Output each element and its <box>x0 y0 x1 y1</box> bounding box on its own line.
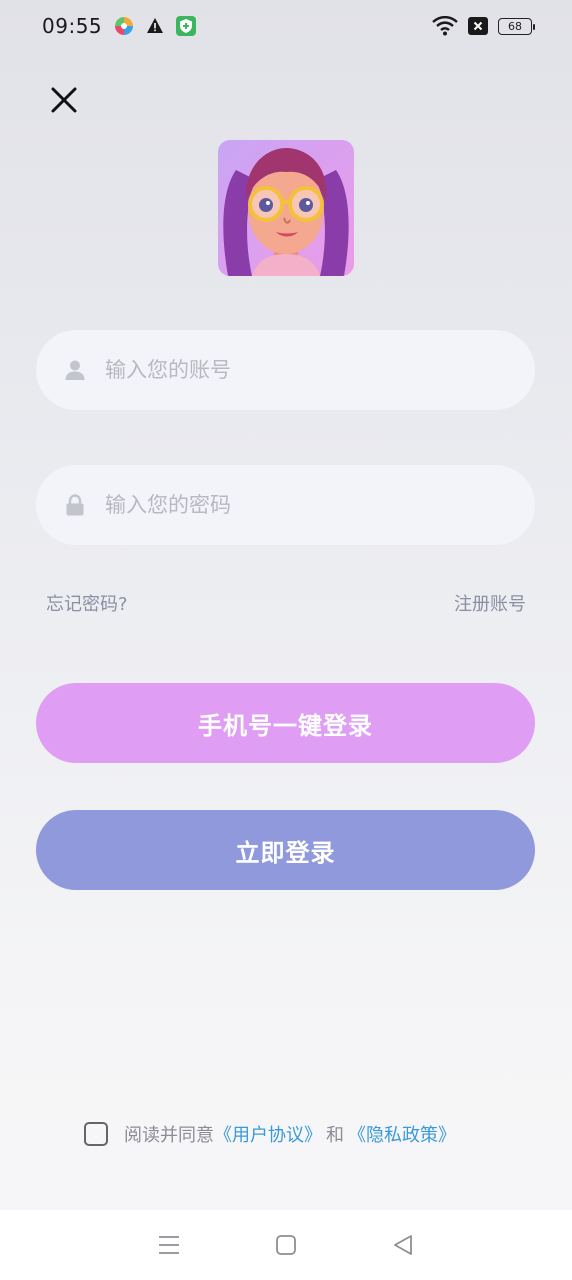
phone-login-button[interactable]: 手机号一键登录 <box>36 683 535 763</box>
home-icon <box>276 1235 296 1255</box>
password-input[interactable] <box>105 493 465 517</box>
close-box-icon <box>468 17 488 35</box>
wifi-icon <box>432 16 458 36</box>
status-time: 09:55 <box>42 14 103 38</box>
avatar <box>218 140 354 276</box>
privacy-policy-link[interactable]: 《隐私政策》 <box>348 1121 456 1147</box>
status-right: 68 <box>432 16 535 36</box>
status-bar: 09:55 68 <box>0 0 572 52</box>
link-row: 忘记密码? 注册账号 <box>46 590 526 616</box>
back-button[interactable] <box>388 1230 418 1260</box>
status-left: 09:55 <box>42 14 197 38</box>
lock-icon <box>66 494 84 516</box>
warning-icon <box>147 18 164 33</box>
system-navbar <box>0 1210 572 1280</box>
login-button[interactable]: 立即登录 <box>36 810 535 890</box>
forgot-password-link[interactable]: 忘记密码? <box>46 590 128 616</box>
agreement-checkbox[interactable] <box>84 1122 108 1146</box>
close-icon <box>51 87 77 113</box>
register-link[interactable]: 注册账号 <box>454 590 526 616</box>
agreement-prefix: 阅读并同意 <box>124 1125 214 1146</box>
account-field[interactable] <box>36 330 535 410</box>
agreement-row: 阅读并同意 《用户协议》 和 《隐私政策》 <box>84 1121 456 1147</box>
pinwheel-app-icon <box>115 17 134 35</box>
menu-icon <box>158 1236 179 1254</box>
user-icon <box>65 360 85 380</box>
home-button[interactable] <box>271 1230 301 1260</box>
cartoon-girl-avatar-icon <box>218 140 354 276</box>
user-agreement-link[interactable]: 《用户协议》 <box>214 1121 322 1147</box>
shield-app-icon <box>176 16 197 36</box>
password-field[interactable] <box>36 465 535 545</box>
menu-button[interactable] <box>154 1230 184 1260</box>
agreement-and: 和 <box>326 1125 344 1146</box>
back-icon <box>394 1235 413 1255</box>
close-button[interactable] <box>48 84 80 116</box>
battery-level: 68 <box>508 19 522 33</box>
battery-icon: 68 <box>498 17 535 35</box>
account-input[interactable] <box>105 358 465 382</box>
